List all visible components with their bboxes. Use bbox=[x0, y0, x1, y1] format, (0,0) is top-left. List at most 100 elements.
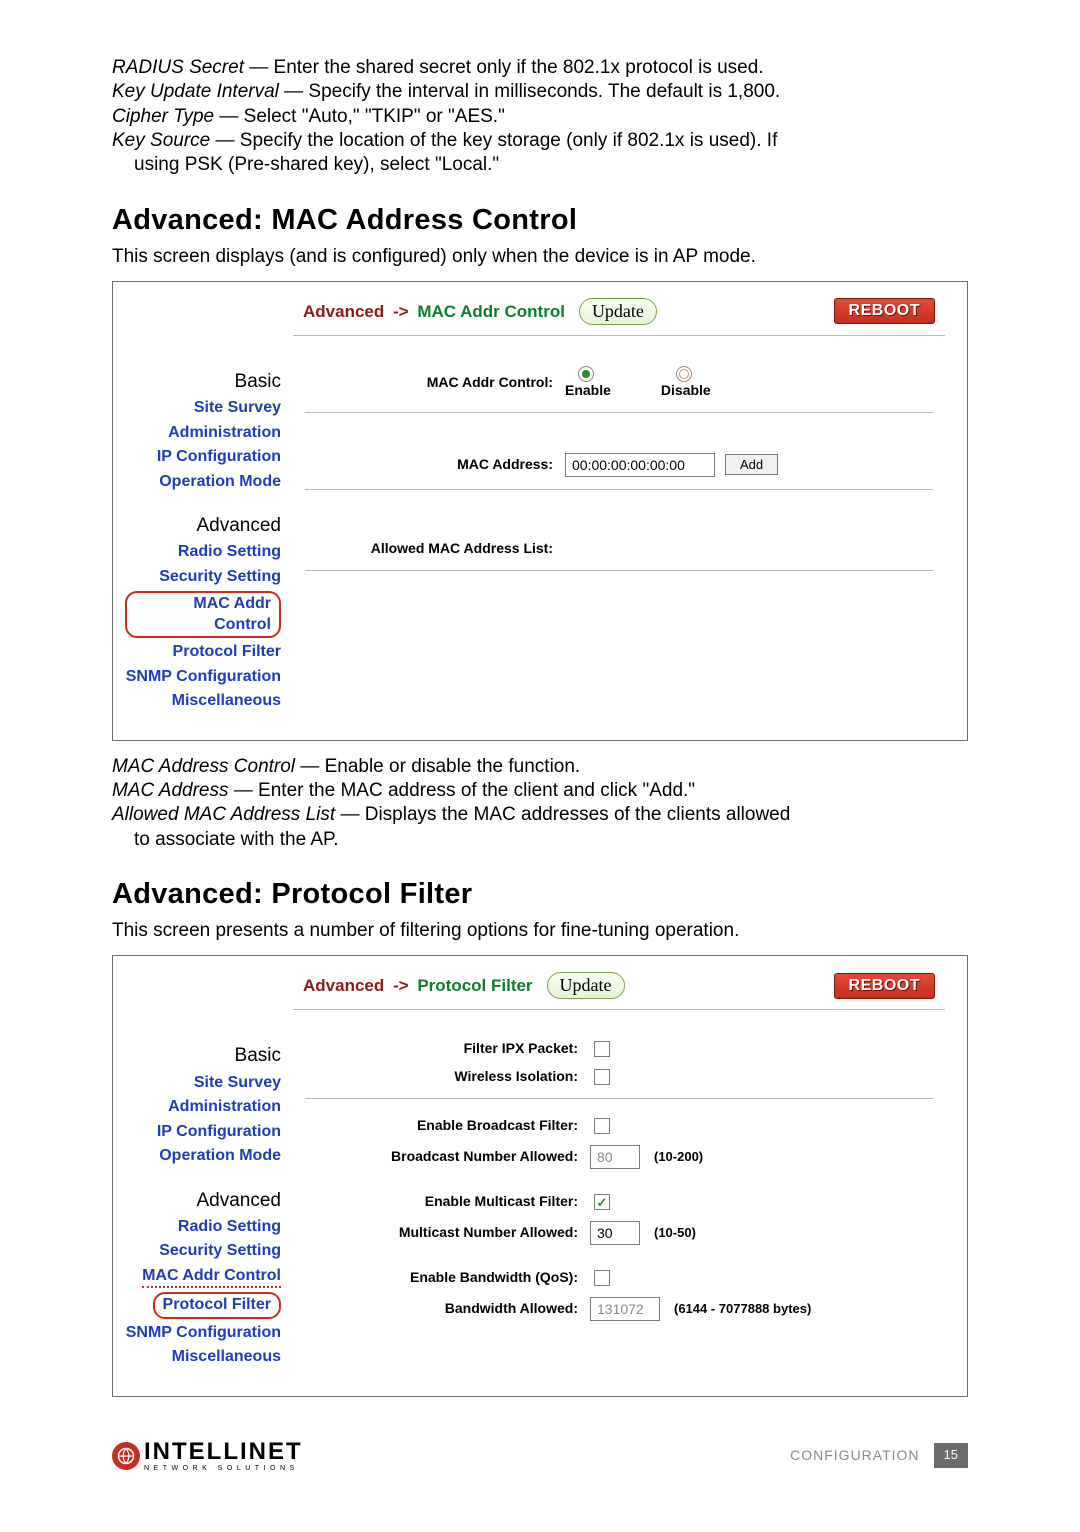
nav-group-basic: Basic bbox=[125, 1044, 281, 1068]
breadcrumb-row: Advanced -> MAC Addr Control Update REBO… bbox=[293, 292, 945, 336]
text: using PSK (Pre-shared key), select "Loca… bbox=[134, 154, 499, 175]
nav-mac-addr-control[interactable]: MAC Addr Control bbox=[142, 1266, 281, 1288]
checkbox-wireless-isolation[interactable] bbox=[594, 1069, 610, 1085]
text: — Specify the location of the key storag… bbox=[210, 130, 777, 151]
globe-icon bbox=[112, 1442, 140, 1470]
reboot-button[interactable]: REBOOT bbox=[834, 298, 935, 324]
intro-block: RADIUS Secret — Enter the shared secret … bbox=[112, 56, 968, 178]
text: — Enter the MAC address of the client an… bbox=[229, 780, 696, 801]
nav-administration[interactable]: Administration bbox=[125, 1097, 281, 1117]
nav-group-advanced: Advanced bbox=[125, 514, 281, 538]
nav-ip-configuration[interactable]: IP Configuration bbox=[125, 447, 281, 467]
nav-radio-setting[interactable]: Radio Setting bbox=[125, 1217, 281, 1237]
divider bbox=[305, 1098, 933, 1099]
bandwidth-allowed-input[interactable] bbox=[590, 1297, 660, 1321]
label-enable-qos: Enable Bandwidth (QoS): bbox=[305, 1269, 590, 1287]
divider bbox=[305, 570, 933, 571]
checkbox-enable-broadcast[interactable] bbox=[594, 1118, 610, 1134]
desc-protocol-filter: This screen presents a number of filteri… bbox=[112, 919, 968, 943]
breadcrumb-root: Advanced bbox=[303, 976, 384, 995]
add-button[interactable]: Add bbox=[725, 454, 778, 475]
sidebar-nav: Basic Site Survey Administration IP Conf… bbox=[113, 1010, 293, 1381]
range-multicast: (10-50) bbox=[654, 1225, 696, 1242]
term-key-source: Key Source bbox=[112, 130, 210, 151]
breadcrumb-leaf: Protocol Filter bbox=[417, 976, 532, 995]
radio-dot-unselected-icon bbox=[676, 366, 692, 382]
breadcrumb-leaf: MAC Addr Control bbox=[417, 302, 565, 321]
radio-dot-selected-icon bbox=[578, 366, 594, 382]
nav-protocol-filter[interactable]: Protocol Filter bbox=[153, 1292, 281, 1318]
text: — Displays the MAC addresses of the clie… bbox=[335, 804, 790, 825]
nav-miscellaneous[interactable]: Miscellaneous bbox=[125, 1347, 281, 1367]
sidebar-nav: Basic Site Survey Administration IP Conf… bbox=[113, 336, 293, 726]
nav-radio-setting[interactable]: Radio Setting bbox=[125, 542, 281, 562]
heading-mac-control: Advanced: MAC Address Control bbox=[112, 202, 968, 239]
breadcrumb-root: Advanced bbox=[303, 302, 384, 321]
term-mac-address: MAC Address bbox=[112, 780, 229, 801]
term-key-update: Key Update Interval bbox=[112, 81, 279, 102]
nav-site-survey[interactable]: Site Survey bbox=[125, 1073, 281, 1093]
heading-protocol-filter: Advanced: Protocol Filter bbox=[112, 876, 968, 913]
content-mac: MAC Addr Control: Enable Disable MAC Add… bbox=[293, 336, 945, 726]
nav-operation-mode[interactable]: Operation Mode bbox=[125, 1146, 281, 1166]
label-broadcast-number: Broadcast Number Allowed: bbox=[305, 1148, 590, 1166]
range-broadcast: (10-200) bbox=[654, 1149, 703, 1166]
brand-logo: INTELLINET NETWORK SOLUTIONS bbox=[112, 1437, 303, 1475]
panel-mac-control: Advanced -> MAC Addr Control Update REBO… bbox=[112, 281, 968, 741]
broadcast-number-input[interactable] bbox=[590, 1145, 640, 1169]
radio-disable[interactable]: Disable bbox=[661, 366, 711, 400]
text: — Specify the interval in milliseconds. … bbox=[279, 81, 780, 102]
label-allowed-list: Allowed MAC Address List: bbox=[305, 540, 565, 558]
footer: INTELLINET NETWORK SOLUTIONS CONFIGURATI… bbox=[112, 1437, 968, 1475]
nav-operation-mode[interactable]: Operation Mode bbox=[125, 472, 281, 492]
nav-administration[interactable]: Administration bbox=[125, 423, 281, 443]
nav-security-setting[interactable]: Security Setting bbox=[125, 1241, 281, 1261]
label-wireless-isolation: Wireless Isolation: bbox=[305, 1068, 590, 1086]
content-protocol: Filter IPX Packet: Wireless Isolation: E… bbox=[293, 1010, 945, 1381]
multicast-number-input[interactable] bbox=[590, 1221, 640, 1245]
footer-section: CONFIGURATION bbox=[790, 1447, 919, 1465]
term-allowed-list: Allowed MAC Address List bbox=[112, 804, 335, 825]
nav-miscellaneous[interactable]: Miscellaneous bbox=[125, 691, 281, 711]
nav-ip-configuration[interactable]: IP Configuration bbox=[125, 1122, 281, 1142]
nav-protocol-filter[interactable]: Protocol Filter bbox=[125, 642, 281, 662]
radio-enable[interactable]: Enable bbox=[565, 366, 611, 400]
label-filter-ipx: Filter IPX Packet: bbox=[305, 1040, 590, 1058]
breadcrumb: Advanced -> Protocol Filter bbox=[303, 975, 533, 997]
panel-protocol-filter: Advanced -> Protocol Filter Update REBOO… bbox=[112, 955, 968, 1396]
text: to associate with the AP. bbox=[134, 829, 339, 850]
breadcrumb-arrow: -> bbox=[389, 976, 413, 995]
checkbox-enable-multicast[interactable] bbox=[594, 1194, 610, 1210]
breadcrumb: Advanced -> MAC Addr Control bbox=[303, 301, 565, 323]
nav-snmp-configuration[interactable]: SNMP Configuration bbox=[125, 667, 281, 687]
post-mac-block: MAC Address Control — Enable or disable … bbox=[112, 755, 968, 852]
update-button[interactable]: Update bbox=[547, 972, 625, 999]
nav-snmp-configuration[interactable]: SNMP Configuration bbox=[125, 1323, 281, 1343]
brand-subtitle: NETWORK SOLUTIONS bbox=[144, 1465, 303, 1474]
nav-security-setting[interactable]: Security Setting bbox=[125, 567, 281, 587]
label-enable-multicast: Enable Multicast Filter: bbox=[305, 1193, 590, 1211]
reboot-button[interactable]: REBOOT bbox=[834, 973, 935, 999]
divider bbox=[305, 412, 933, 413]
term-mac-control: MAC Address Control bbox=[112, 756, 295, 777]
radio-label-enable: Enable bbox=[565, 382, 611, 400]
nav-group-advanced: Advanced bbox=[125, 1189, 281, 1213]
nav-mac-addr-control[interactable]: MAC Addr Control bbox=[125, 591, 281, 638]
text: — Select "Auto," "TKIP" or "AES." bbox=[214, 106, 505, 127]
checkbox-filter-ipx[interactable] bbox=[594, 1041, 610, 1057]
page-number: 15 bbox=[934, 1443, 968, 1468]
mac-address-input[interactable] bbox=[565, 453, 715, 477]
label-mac-address: MAC Address: bbox=[305, 456, 565, 474]
update-button[interactable]: Update bbox=[579, 298, 657, 325]
label-bandwidth-allowed: Bandwidth Allowed: bbox=[305, 1300, 590, 1318]
term-cipher-type: Cipher Type bbox=[112, 106, 214, 127]
nav-site-survey[interactable]: Site Survey bbox=[125, 398, 281, 418]
checkbox-enable-qos[interactable] bbox=[594, 1270, 610, 1286]
label-enable-broadcast: Enable Broadcast Filter: bbox=[305, 1117, 590, 1135]
term-radius-secret: RADIUS Secret bbox=[112, 57, 244, 78]
breadcrumb-arrow: -> bbox=[389, 302, 413, 321]
text: — Enter the shared secret only if the 80… bbox=[244, 57, 764, 78]
range-bandwidth: (6144 - 7077888 bytes) bbox=[674, 1301, 811, 1318]
label-multicast-number: Multicast Number Allowed: bbox=[305, 1224, 590, 1242]
label-mac-addr-control: MAC Addr Control: bbox=[305, 374, 565, 392]
